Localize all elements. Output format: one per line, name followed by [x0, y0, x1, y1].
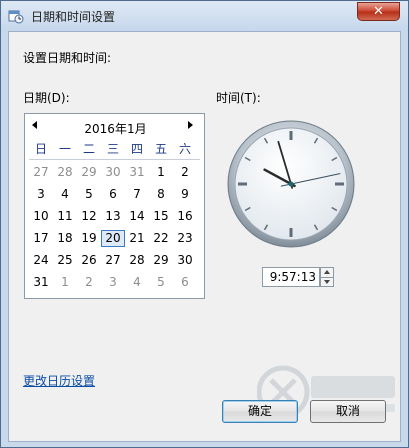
clock-center	[288, 181, 294, 187]
ok-button[interactable]: 确定	[222, 400, 298, 423]
cancel-button[interactable]: 取消	[310, 400, 386, 423]
calendar-week-row: 27 28 29 30 31 1 2	[29, 164, 200, 181]
calendar-month-title[interactable]: 2016年1月	[55, 120, 176, 137]
weekday-label: 四	[130, 142, 143, 156]
calendar-day-selected[interactable]: 20	[101, 230, 125, 247]
calendar-day[interactable]: 11	[53, 208, 77, 225]
calendar-day-other-month[interactable]: 29	[77, 164, 101, 181]
time-value: 9:57:13	[269, 270, 316, 284]
calendar-day[interactable]: 15	[149, 208, 173, 225]
calendar-day[interactable]: 5	[77, 186, 101, 203]
change-calendar-settings-link[interactable]: 更改日历设置	[23, 372, 95, 389]
calendar-week-row: 24 25 26 27 28 29 30	[29, 252, 200, 269]
calendar-day-other-month[interactable]: 3	[101, 274, 125, 291]
calendar-day-other-month[interactable]: 4	[125, 274, 149, 291]
prev-month-icon[interactable]	[30, 120, 40, 130]
calendar-clock-icon	[8, 10, 24, 24]
calendar-day[interactable]: 19	[77, 230, 101, 247]
calendar-day[interactable]: 9	[173, 186, 197, 203]
calendar-day[interactable]: 6	[101, 186, 125, 203]
title-bar[interactable]: 日期和时间设置 ✕	[1, 1, 408, 31]
calendar-day[interactable]: 21	[125, 230, 149, 247]
calendar-day[interactable]: 3	[29, 186, 53, 203]
weekday-label: 日	[34, 142, 47, 156]
dialog-body: 设置日期和时间: 日期(D): 时间(T): 2016年1月 日一二三四五六 2…	[8, 31, 401, 442]
calendar-week-row: 31 1 2 3 4 5 6	[29, 274, 200, 291]
calendar-week-row: 10 11 12 13 14 15 16	[29, 208, 200, 225]
calendar-day-other-month[interactable]: 2	[77, 274, 101, 291]
weekday-label: 三	[106, 142, 119, 156]
calendar-day[interactable]: 30	[173, 252, 197, 269]
calendar-day-other-month[interactable]: 28	[53, 164, 77, 181]
calendar-day[interactable]: 7	[125, 186, 149, 203]
time-label: 时间(T):	[216, 91, 261, 105]
weekday-label: 六	[178, 142, 191, 156]
calendar-day[interactable]: 4	[53, 186, 77, 203]
weekday-label: 一	[58, 142, 71, 156]
time-spinner[interactable]	[320, 267, 334, 287]
window-title: 日期和时间设置	[31, 10, 116, 24]
next-month-icon[interactable]	[185, 120, 195, 130]
calendar-day-other-month[interactable]: 1	[53, 274, 77, 291]
calendar-day-other-month[interactable]: 27	[29, 164, 53, 181]
calendar-day[interactable]: 24	[29, 252, 53, 269]
close-icon: ✕	[373, 4, 384, 19]
calendar-day-other-month[interactable]: 5	[149, 274, 173, 291]
calendar-day-other-month[interactable]: 6	[173, 274, 197, 291]
calendar-day[interactable]: 18	[53, 230, 77, 247]
calendar-day[interactable]: 26	[77, 252, 101, 269]
weekday-header: 日一二三四五六	[29, 141, 200, 158]
calendar-day[interactable]: 12	[77, 208, 101, 225]
calendar-day[interactable]: 16	[173, 208, 197, 225]
calendar-day[interactable]: 27	[101, 252, 125, 269]
weekday-label: 五	[154, 142, 167, 156]
calendar-day[interactable]: 2	[173, 164, 197, 181]
analog-clock	[227, 120, 355, 248]
calendar-day[interactable]: 25	[53, 252, 77, 269]
calendar-day[interactable]: 17	[29, 230, 53, 247]
weekday-label: 二	[82, 142, 95, 156]
calendar-week-row: 17 18 19 20 21 22 23	[29, 230, 200, 247]
calendar-day-other-month[interactable]: 30	[101, 164, 125, 181]
calendar-day[interactable]: 23	[173, 230, 197, 247]
month-calendar[interactable]: 2016年1月 日一二三四五六 27 28 29 30 31 1 2 3 4 5 6 7 8 9 10 11 1…	[24, 113, 205, 299]
time-input[interactable]: 9:57:13	[262, 267, 320, 287]
date-label: 日期(D):	[23, 91, 70, 105]
calendar-day-other-month[interactable]: 31	[125, 164, 149, 181]
calendar-day[interactable]: 29	[149, 252, 173, 269]
calendar-day[interactable]: 28	[125, 252, 149, 269]
calendar-day[interactable]: 22	[149, 230, 173, 247]
calendar-week-row: 3456789	[29, 186, 200, 203]
calendar-day[interactable]: 13	[101, 208, 125, 225]
calendar-day[interactable]: 31	[29, 274, 53, 291]
spin-down-icon[interactable]	[321, 277, 333, 286]
date-time-dialog: 日期和时间设置 ✕ 设置日期和时间: 日期(D): 时间(T): 2016年1月…	[0, 0, 409, 448]
calendar-divider	[29, 159, 200, 160]
dialog-heading: 设置日期和时间:	[23, 51, 112, 65]
calendar-day[interactable]: 14	[125, 208, 149, 225]
calendar-day[interactable]: 10	[29, 208, 53, 225]
calendar-day[interactable]: 8	[149, 186, 173, 203]
calendar-day[interactable]: 1	[149, 164, 173, 181]
close-button[interactable]: ✕	[357, 2, 400, 21]
